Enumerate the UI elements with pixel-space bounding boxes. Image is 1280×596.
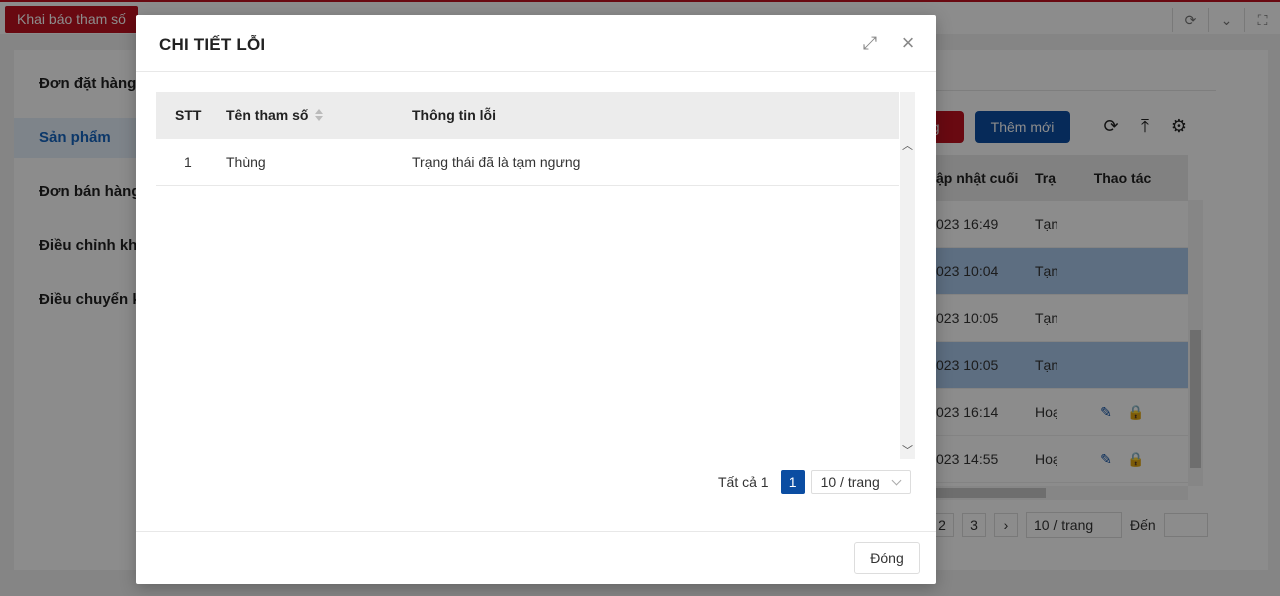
vertical-scrollbar[interactable]: ︿ ﹀ [900, 92, 915, 459]
sort-icon[interactable] [315, 109, 323, 123]
table-row[interactable]: 1 Thùng Trạng thái đã là tạm ngưng [156, 139, 899, 186]
close-button[interactable]: Đóng [854, 542, 920, 574]
chevron-down-icon [891, 475, 902, 486]
dialog-title: CHI TIẾT LỖI [159, 35, 266, 54]
column-header-stt: STT [175, 107, 202, 123]
pagination: Tất cả 1 1 10 / trang [718, 470, 911, 494]
error-table: STT Tên tham số Thông tin lỗi 1 Thùng Tr… [156, 92, 899, 459]
table-header: STT Tên tham số Thông tin lỗi [156, 92, 899, 139]
total-count: Tất cả 1 [718, 474, 769, 490]
dialog-header: CHI TIẾT LỖI ⤢ × [136, 15, 936, 72]
scroll-down-icon[interactable]: ﹀ [900, 443, 915, 459]
page-size-select[interactable]: 10 / trang [810, 470, 911, 494]
stt-cell: 1 [184, 154, 192, 170]
dialog-footer: Đóng [136, 531, 936, 584]
page-size-label: 10 / trang [820, 474, 880, 490]
close-icon[interactable]: × [897, 32, 919, 54]
scroll-up-icon[interactable]: ︿ [900, 138, 915, 154]
name-cell: Thùng [226, 154, 266, 170]
column-header-name[interactable]: Tên tham số [226, 92, 308, 139]
page-1-button[interactable]: 1 [780, 470, 805, 494]
expand-icon[interactable]: ⤢ [859, 32, 881, 54]
info-cell: Trạng thái đã là tạm ngưng [412, 154, 581, 170]
column-header-info: Thông tin lỗi [412, 107, 496, 123]
error-detail-dialog: CHI TIẾT LỖI ⤢ × STT Tên tham số Thông t… [136, 15, 936, 584]
